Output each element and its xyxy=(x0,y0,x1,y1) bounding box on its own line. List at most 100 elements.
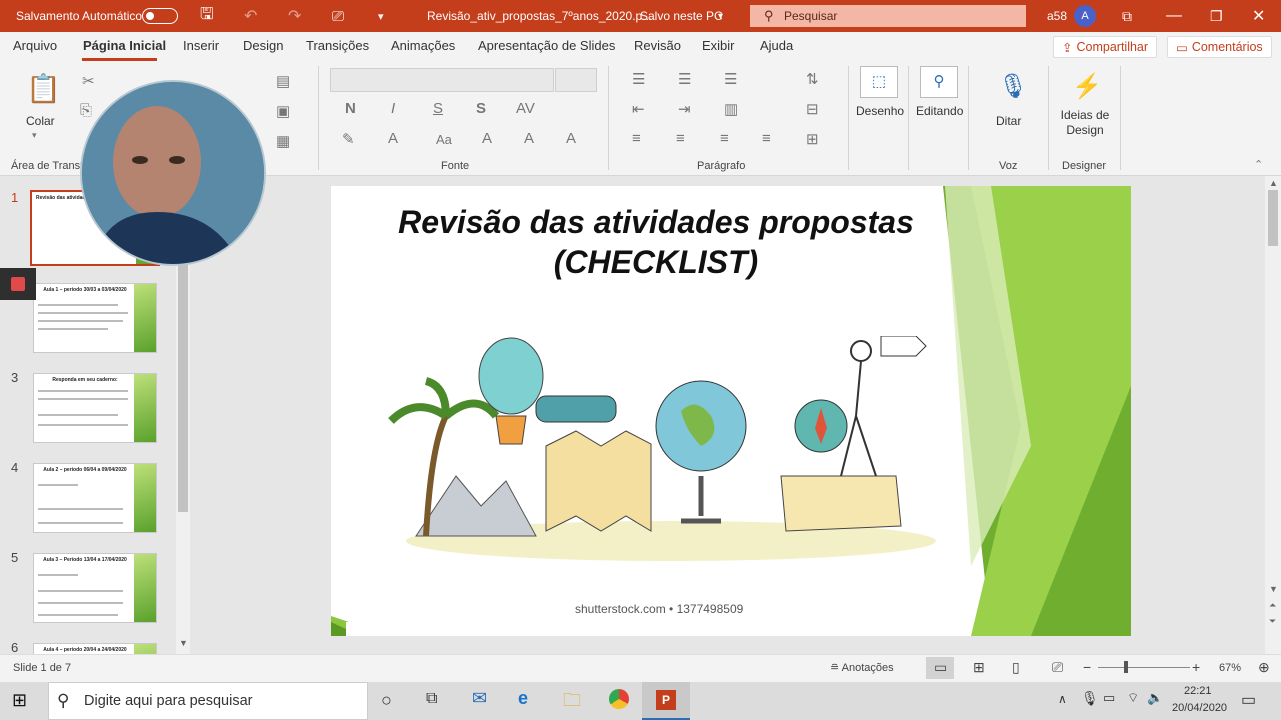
scroll-up-icon[interactable]: ▲ xyxy=(1269,178,1278,188)
minimize-icon[interactable]: — xyxy=(1166,0,1182,32)
scroll-down-icon[interactable]: ▼ xyxy=(1269,584,1278,594)
file-explorer-icon[interactable]: 🗀 xyxy=(563,688,581,718)
smartart-icon[interactable]: ⊞ xyxy=(806,130,819,148)
edge-icon[interactable]: e xyxy=(518,688,528,709)
wifi-icon[interactable]: ⌔ xyxy=(1127,690,1139,706)
show-hidden-icons[interactable]: ∧ xyxy=(1058,692,1067,706)
close-icon[interactable]: ✕ xyxy=(1252,0,1265,32)
design-ideas-button[interactable]: Ideias de Design xyxy=(1060,108,1110,138)
maximize-icon[interactable]: ❐ xyxy=(1210,0,1223,32)
line-spacing-icon[interactable]: ☰ xyxy=(724,70,737,88)
taskbar-search[interactable]: ⚲ Digite aqui para pesquisar xyxy=(48,682,368,720)
copy-icon[interactable]: ⎘ xyxy=(80,102,92,119)
cortana-icon[interactable]: ○ xyxy=(381,690,392,711)
tab-transicoes[interactable]: Transições xyxy=(306,38,369,53)
tab-arquivo[interactable]: Arquivo xyxy=(13,38,57,53)
user-name[interactable]: a58 xyxy=(1047,0,1067,32)
align-left-icon[interactable]: ≡ xyxy=(632,130,641,147)
tab-revisao[interactable]: Revisão xyxy=(634,38,681,53)
scroll-down-icon[interactable]: ▼ xyxy=(179,638,188,648)
normal-view-icon[interactable]: ▭ xyxy=(934,659,947,676)
present-icon[interactable]: ⎚ xyxy=(332,0,344,32)
numbering-icon[interactable]: ☰ xyxy=(678,70,691,88)
slide-thumbnail-4[interactable]: Aula 2 – período 06/04 a 09/04/2020 xyxy=(33,463,157,533)
share-button[interactable]: ⇪ Compartilhar xyxy=(1053,36,1158,58)
dictate-button[interactable]: Ditar xyxy=(996,114,1021,128)
zoom-level[interactable]: 67% xyxy=(1219,662,1241,674)
zoom-thumb[interactable] xyxy=(1124,661,1128,673)
slide-scrollbar[interactable]: ▲ ▼ ⏶ ⏷ xyxy=(1265,176,1281,654)
layout-icon[interactable]: ▤ xyxy=(276,72,290,90)
cut-icon[interactable]: ✂ xyxy=(82,72,95,90)
next-slide-icon[interactable]: ⏷ xyxy=(1269,616,1276,627)
comments-button[interactable]: ▭ Comentários xyxy=(1167,36,1272,58)
editing-button[interactable]: Editando xyxy=(916,104,963,118)
windows-start-icon[interactable]: ⊞ xyxy=(12,690,27,711)
powerpoint-icon[interactable]: P xyxy=(656,690,676,710)
search-input[interactable]: ⚲ Pesquisar xyxy=(750,5,1026,27)
find-icon[interactable]: ⚲ xyxy=(920,66,958,98)
scroll-thumb[interactable] xyxy=(1268,190,1278,246)
paste-icon[interactable]: 📋 xyxy=(26,72,61,105)
notification-icon[interactable]: ▭ xyxy=(1241,690,1256,710)
undo-icon[interactable]: ↶ xyxy=(244,0,257,32)
zoom-in-icon[interactable]: + xyxy=(1192,659,1200,675)
tab-inserir[interactable]: Inserir xyxy=(183,38,219,53)
battery-icon[interactable]: ▭ xyxy=(1103,690,1115,706)
underline-button[interactable]: S xyxy=(433,100,443,117)
save-icon[interactable]: 🖫 xyxy=(200,0,214,32)
slide-thumbnail-5[interactable]: Aula 3 – Período 13/04 a 17/04/2020 xyxy=(33,553,157,623)
bullets-icon[interactable]: ☰ xyxy=(632,70,645,88)
zoom-out-icon[interactable]: − xyxy=(1083,659,1091,675)
fit-slide-icon[interactable]: ⊕ xyxy=(1258,659,1270,676)
slide-subtitle[interactable]: (CHECKLIST) xyxy=(331,244,981,281)
justify-icon[interactable]: ≡ xyxy=(762,130,771,147)
shadow-button[interactable]: S xyxy=(476,100,486,117)
chevron-down-icon[interactable]: ▾ xyxy=(32,130,37,141)
shapes-icon[interactable]: ⬚ xyxy=(860,66,898,98)
font-color-icon[interactable]: A xyxy=(388,130,398,147)
design-ideas-icon[interactable]: ⚡ xyxy=(1072,72,1102,101)
reset-icon[interactable]: ▣ xyxy=(276,102,290,120)
notes-button[interactable]: ≘ Anotações xyxy=(830,661,894,674)
align-text-icon[interactable]: ⊟ xyxy=(806,100,819,118)
slide-canvas[interactable]: Revisão das atividades propostas (CHECKL… xyxy=(331,186,1131,636)
zoom-slider[interactable] xyxy=(1098,667,1190,668)
microphone-icon[interactable]: 🎙 xyxy=(998,72,1028,101)
slideshow-icon[interactable]: ⎚ xyxy=(1052,659,1063,676)
slide-title[interactable]: Revisão das atividades propostas xyxy=(331,204,981,241)
chevron-down-icon[interactable]: ▾ xyxy=(718,0,723,32)
clock-time[interactable]: 22:21 xyxy=(1184,685,1212,697)
tab-exibir[interactable]: Exibir xyxy=(702,38,735,53)
increase-indent-icon[interactable]: ⇥ xyxy=(678,100,691,118)
tab-apresentacao[interactable]: Apresentação de Slides xyxy=(478,38,615,53)
autosave-toggle[interactable] xyxy=(142,8,178,24)
align-right-icon[interactable]: ≡ xyxy=(720,130,729,147)
redo-icon[interactable]: ↷ xyxy=(288,0,301,32)
paste-label[interactable]: Colar xyxy=(26,114,55,128)
bold-button[interactable]: N xyxy=(345,100,356,117)
mail-icon[interactable]: ✉ xyxy=(472,688,487,709)
ribbon-display-icon[interactable]: ⧉ xyxy=(1122,0,1132,32)
task-view-icon[interactable]: ⧉ xyxy=(426,690,437,708)
slide-sorter-icon[interactable]: ⊞ xyxy=(973,659,985,676)
highlight-icon[interactable]: ✎ xyxy=(342,130,355,148)
font-size-select[interactable] xyxy=(555,68,597,92)
font-name-select[interactable] xyxy=(330,68,554,92)
tab-ajuda[interactable]: Ajuda xyxy=(760,38,793,53)
volume-icon[interactable]: 🔈 xyxy=(1147,690,1163,706)
customize-qat-icon[interactable]: ▾ xyxy=(378,0,384,32)
tab-pagina-inicial[interactable]: Página Inicial xyxy=(83,38,166,53)
slide-thumbnail-6[interactable]: Aula 4 – período 20/04 a 24/04/2020 xyxy=(33,643,157,654)
decrease-indent-icon[interactable]: ⇤ xyxy=(632,100,645,118)
clear-format-icon[interactable]: A xyxy=(566,130,576,147)
columns-icon[interactable]: ▥ xyxy=(724,100,738,118)
chrome-icon[interactable] xyxy=(609,689,629,709)
microphone-icon[interactable]: 🎙 xyxy=(1081,690,1099,707)
slide-thumbnail-3[interactable]: Responda em seu caderno: xyxy=(33,373,157,443)
collapse-ribbon-icon[interactable]: ⌃ xyxy=(1254,158,1263,171)
italic-button[interactable]: I xyxy=(391,100,395,117)
slide-thumbnail-2[interactable]: Aula 1 – período 30/03 a 03/04/2020 xyxy=(33,283,157,353)
section-icon[interactable]: ▦ xyxy=(276,132,290,150)
clock-date[interactable]: 20/04/2020 xyxy=(1172,702,1227,714)
